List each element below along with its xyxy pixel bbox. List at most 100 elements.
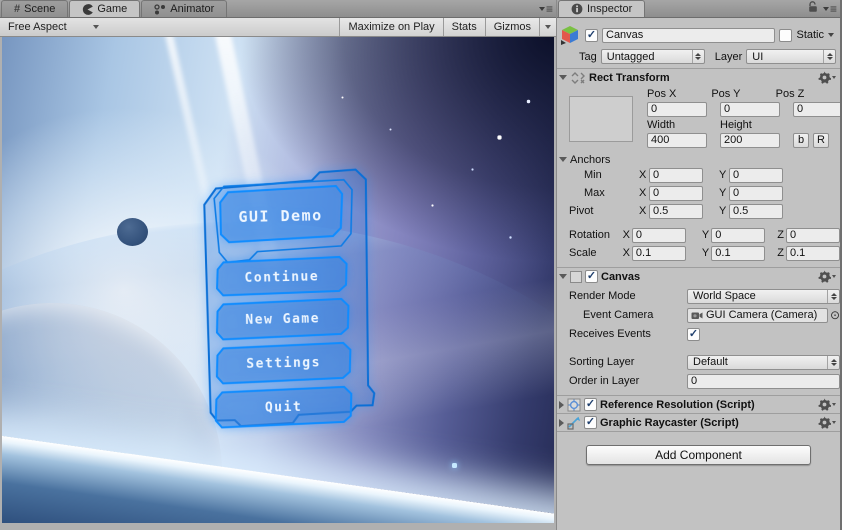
- gameobject-name-field[interactable]: [602, 27, 776, 43]
- order-in-layer-label: Order in Layer: [569, 375, 640, 387]
- tab-game[interactable]: Game: [69, 0, 141, 17]
- event-camera-row: Event Camera GUI Camera (Camera) ⊙: [557, 307, 840, 323]
- pos-z-label: Pos Z: [775, 88, 805, 100]
- anchors-max-x-field[interactable]: [649, 185, 703, 201]
- starfield: [2, 37, 3, 38]
- rect-transform-header[interactable]: Rect Transform: [557, 68, 840, 86]
- inspector-menu-icon[interactable]: ≡: [822, 3, 837, 15]
- tab-animator[interactable]: Animator: [141, 0, 228, 17]
- rotation-x-field[interactable]: [631, 227, 686, 243]
- gear-icon[interactable]: [818, 71, 836, 84]
- game-toolbar-right-group: Maximize on Play Stats Gizmos: [339, 18, 556, 36]
- anchors-foldout[interactable]: Anchors: [557, 152, 840, 167]
- gear-icon[interactable]: [818, 416, 836, 429]
- reference-resolution-checkbox[interactable]: ✓: [584, 398, 597, 411]
- inspector-body: ✓ Static Tag Untagged Layer UI: [557, 18, 840, 530]
- foldout-closed-icon[interactable]: [559, 400, 564, 409]
- dropdown-arrows-icon: [827, 355, 839, 369]
- gameobject-cube-icon[interactable]: [559, 24, 581, 46]
- gear-icon[interactable]: [818, 398, 836, 411]
- inspector-tabbar: Inspector ≡: [557, 0, 840, 18]
- static-label: Static: [796, 29, 824, 41]
- order-in-layer-field[interactable]: [687, 373, 840, 389]
- min-label: Min: [584, 169, 602, 181]
- raw-edit-mode-button[interactable]: R: [813, 132, 829, 148]
- static-dropdown-icon[interactable]: [828, 33, 834, 37]
- game-pane-menu-icon[interactable]: ≡: [538, 3, 553, 15]
- sorting-layer-dropdown[interactable]: Default: [687, 354, 840, 370]
- render-mode-row: Render Mode World Space: [557, 288, 840, 304]
- anchors-min-y-field[interactable]: [729, 167, 783, 183]
- quit-button-label: Quit: [265, 400, 303, 416]
- render-mode-value: World Space: [693, 290, 756, 302]
- layer-dropdown[interactable]: UI: [746, 49, 836, 64]
- receives-events-label: Receives Events: [569, 328, 651, 340]
- receives-events-checkbox[interactable]: ✓: [687, 327, 700, 341]
- game-view-pane: # Scene Game Animator ≡ Free Aspect Maxi…: [0, 0, 556, 530]
- gizmos-dropdown-arrow[interactable]: [539, 18, 556, 36]
- tag-dropdown[interactable]: Untagged: [600, 49, 705, 64]
- foldout-open-icon[interactable]: [559, 75, 567, 80]
- canvas-component-body: Render Mode World Space Event Camera GUI…: [557, 285, 840, 389]
- gameobject-header: ✓ Static: [557, 22, 840, 48]
- pivot-x-field[interactable]: [649, 203, 703, 219]
- pos-y-field[interactable]: [720, 101, 780, 117]
- game-viewport: GUI Demo Continue New Game Settings Quit: [2, 37, 554, 523]
- gameobject-active-checkbox[interactable]: ✓: [585, 28, 598, 42]
- game-view-toolbar: Free Aspect Maximize on Play Stats Gizmo…: [0, 18, 556, 37]
- canvas-component-icon: [570, 270, 582, 283]
- pos-y-label: Pos Y: [711, 88, 741, 100]
- scale-x-field[interactable]: [631, 245, 686, 261]
- canvas-component-header[interactable]: ✓ Canvas: [557, 267, 840, 285]
- foldout-open-icon[interactable]: [559, 274, 567, 279]
- event-camera-object-field[interactable]: GUI Camera (Camera): [687, 307, 828, 323]
- render-mode-label: Render Mode: [569, 290, 636, 302]
- scale-row: Scale X Y Z: [557, 245, 840, 261]
- reference-resolution-header[interactable]: ✓ Reference Resolution (Script): [557, 395, 840, 413]
- render-mode-dropdown[interactable]: World Space: [687, 288, 840, 304]
- anchors-min-x-field[interactable]: [649, 167, 703, 183]
- aspect-dropdown[interactable]: Free Aspect: [0, 18, 107, 36]
- tab-scene[interactable]: # Scene: [1, 0, 69, 17]
- moon: [117, 218, 148, 246]
- width-field[interactable]: [647, 132, 707, 148]
- pivot-row: Pivot X Y: [557, 203, 840, 219]
- lock-icon[interactable]: [808, 1, 819, 16]
- target-picker-icon[interactable]: ⊙: [830, 308, 840, 322]
- gizmos-button[interactable]: Gizmos: [484, 18, 539, 36]
- scale-z-field[interactable]: [786, 245, 840, 261]
- rotation-y-field[interactable]: [711, 227, 766, 243]
- graphic-raycaster-header[interactable]: ✓ Graphic Raycaster (Script): [557, 413, 840, 431]
- anchors-max-y-field[interactable]: [729, 185, 783, 201]
- maximize-on-play-button[interactable]: Maximize on Play: [339, 18, 443, 36]
- new-game-button[interactable]: New Game: [215, 297, 350, 341]
- scale-y-field[interactable]: [711, 245, 766, 261]
- rect-transform-title: Rect Transform: [589, 71, 670, 84]
- stats-button[interactable]: Stats: [442, 18, 485, 36]
- canvas-enabled-checkbox[interactable]: ✓: [585, 270, 598, 283]
- add-component-button[interactable]: Add Component: [586, 445, 811, 465]
- tab-inspector[interactable]: Inspector: [558, 0, 646, 17]
- pos-x-field[interactable]: [647, 101, 707, 117]
- sorting-layer-label: Sorting Layer: [569, 356, 635, 368]
- receives-events-row: Receives Events ✓: [557, 326, 840, 342]
- dropdown-arrows-icon: [827, 289, 839, 303]
- blueprint-mode-button[interactable]: b: [793, 132, 809, 148]
- pivot-y-field[interactable]: [729, 203, 783, 219]
- anchors-min-row: Min X Y: [557, 167, 840, 183]
- gear-icon[interactable]: [818, 270, 836, 283]
- static-checkbox[interactable]: [779, 28, 793, 42]
- tag-value: Untagged: [606, 50, 655, 63]
- event-camera-value: GUI Camera (Camera): [706, 309, 818, 321]
- animator-nodes-icon: [154, 3, 166, 14]
- foldout-closed-icon[interactable]: [559, 418, 564, 427]
- quit-button[interactable]: Quit: [214, 385, 353, 429]
- graphic-raycaster-checkbox[interactable]: ✓: [584, 416, 597, 429]
- pos-z-field[interactable]: [793, 101, 840, 117]
- sorting-layer-row: Sorting Layer Default: [557, 354, 840, 370]
- rotation-z-field[interactable]: [786, 227, 840, 243]
- continue-button[interactable]: Continue: [216, 255, 348, 297]
- layer-value: UI: [752, 50, 764, 63]
- height-field[interactable]: [720, 132, 780, 148]
- settings-button[interactable]: Settings: [215, 341, 352, 385]
